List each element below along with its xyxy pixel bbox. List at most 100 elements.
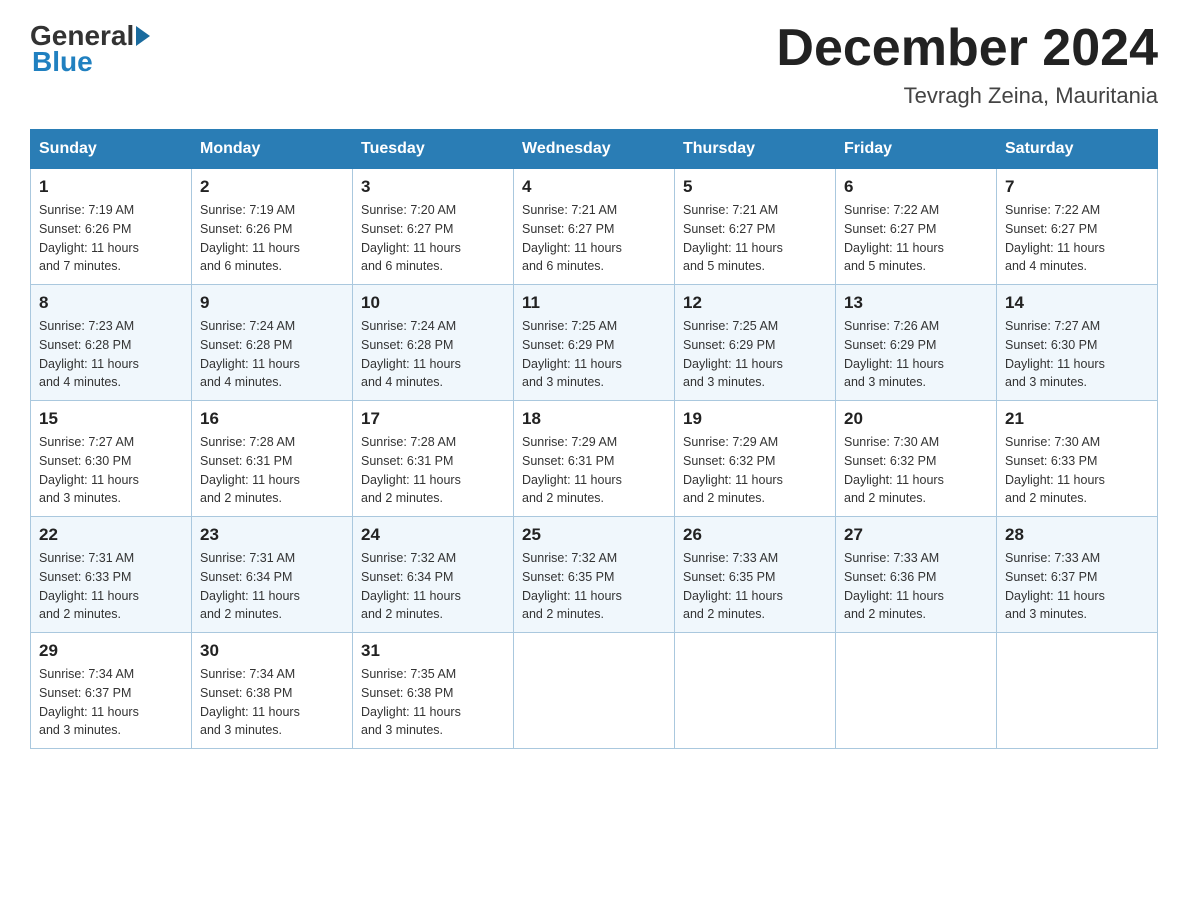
calendar-cell: 31 Sunrise: 7:35 AMSunset: 6:38 PMDayligh…: [353, 633, 514, 749]
day-number: 23: [200, 525, 344, 545]
day-info: Sunrise: 7:34 AMSunset: 6:37 PMDaylight:…: [39, 665, 183, 740]
day-info: Sunrise: 7:29 AMSunset: 6:32 PMDaylight:…: [683, 433, 827, 508]
calendar-cell: [997, 633, 1158, 749]
day-number: 17: [361, 409, 505, 429]
day-info: Sunrise: 7:27 AMSunset: 6:30 PMDaylight:…: [39, 433, 183, 508]
logo-arrow-icon: [136, 26, 150, 46]
header-sunday: Sunday: [31, 130, 192, 169]
calendar-cell: 10 Sunrise: 7:24 AMSunset: 6:28 PMDayligh…: [353, 285, 514, 401]
calendar-cell: 11 Sunrise: 7:25 AMSunset: 6:29 PMDayligh…: [514, 285, 675, 401]
calendar-cell: 17Sunrise: 7:28 AMSunset: 6:31 PMDayligh…: [353, 401, 514, 517]
calendar-cell: 29Sunrise: 7:34 AMSunset: 6:37 PMDayligh…: [31, 633, 192, 749]
day-number: 7: [1005, 177, 1149, 197]
calendar-cell: 7 Sunrise: 7:22 AMSunset: 6:27 PMDaylight…: [997, 169, 1158, 285]
day-info: Sunrise: 7:24 AMSunset: 6:28 PMDaylight:…: [361, 317, 505, 392]
calendar-cell: 9 Sunrise: 7:24 AMSunset: 6:28 PMDaylight…: [192, 285, 353, 401]
calendar-cell: 26Sunrise: 7:33 AMSunset: 6:35 PMDayligh…: [675, 517, 836, 633]
day-number: 28: [1005, 525, 1149, 545]
day-number: 30: [200, 641, 344, 661]
calendar-cell: 24Sunrise: 7:32 AMSunset: 6:34 PMDayligh…: [353, 517, 514, 633]
day-number: 21: [1005, 409, 1149, 429]
day-number: 27: [844, 525, 988, 545]
day-info: Sunrise: 7:33 AMSunset: 6:36 PMDaylight:…: [844, 549, 988, 624]
calendar-cell: 23 Sunrise: 7:31 AMSunset: 6:34 PMDayligh…: [192, 517, 353, 633]
calendar-cell: 28 Sunrise: 7:33 AMSunset: 6:37 PMDayligh…: [997, 517, 1158, 633]
calendar-cell: 3 Sunrise: 7:20 AMSunset: 6:27 PMDaylight…: [353, 169, 514, 285]
day-number: 19: [683, 409, 827, 429]
calendar-cell: 25 Sunrise: 7:32 AMSunset: 6:35 PMDayligh…: [514, 517, 675, 633]
calendar-table: SundayMondayTuesdayWednesdayThursdayFrid…: [30, 129, 1158, 749]
month-title: December 2024: [776, 20, 1158, 77]
day-number: 2: [200, 177, 344, 197]
day-number: 31: [361, 641, 505, 661]
title-block: December 2024 Tevragh Zeina, Mauritania: [776, 20, 1158, 109]
calendar-cell: 4 Sunrise: 7:21 AMSunset: 6:27 PMDaylight…: [514, 169, 675, 285]
day-info: Sunrise: 7:24 AMSunset: 6:28 PMDaylight:…: [200, 317, 344, 392]
logo: General Blue: [30, 20, 152, 78]
day-number: 18: [522, 409, 666, 429]
day-number: 13: [844, 293, 988, 313]
day-info: Sunrise: 7:22 AMSunset: 6:27 PMDaylight:…: [1005, 201, 1149, 276]
day-number: 16: [200, 409, 344, 429]
calendar-cell: 21 Sunrise: 7:30 AMSunset: 6:33 PMDayligh…: [997, 401, 1158, 517]
day-number: 6: [844, 177, 988, 197]
day-info: Sunrise: 7:21 AMSunset: 6:27 PMDaylight:…: [522, 201, 666, 276]
day-number: 3: [361, 177, 505, 197]
day-number: 1: [39, 177, 183, 197]
day-number: 8: [39, 293, 183, 313]
location-title: Tevragh Zeina, Mauritania: [776, 83, 1158, 109]
calendar-cell: 18 Sunrise: 7:29 AMSunset: 6:31 PMDayligh…: [514, 401, 675, 517]
day-number: 25: [522, 525, 666, 545]
day-info: Sunrise: 7:25 AMSunset: 6:29 PMDaylight:…: [683, 317, 827, 392]
calendar-cell: 22Sunrise: 7:31 AMSunset: 6:33 PMDayligh…: [31, 517, 192, 633]
day-info: Sunrise: 7:19 AMSunset: 6:26 PMDaylight:…: [200, 201, 344, 276]
header-monday: Monday: [192, 130, 353, 169]
calendar-cell: 19 Sunrise: 7:29 AMSunset: 6:32 PMDayligh…: [675, 401, 836, 517]
day-info: Sunrise: 7:33 AMSunset: 6:35 PMDaylight:…: [683, 549, 827, 624]
header-friday: Friday: [836, 130, 997, 169]
day-info: Sunrise: 7:31 AMSunset: 6:34 PMDaylight:…: [200, 549, 344, 624]
calendar-cell: 27 Sunrise: 7:33 AMSunset: 6:36 PMDayligh…: [836, 517, 997, 633]
day-number: 10: [361, 293, 505, 313]
day-info: Sunrise: 7:35 AMSunset: 6:38 PMDaylight:…: [361, 665, 505, 740]
header-saturday: Saturday: [997, 130, 1158, 169]
day-number: 11: [522, 293, 666, 313]
day-info: Sunrise: 7:32 AMSunset: 6:34 PMDaylight:…: [361, 549, 505, 624]
logo-blue-text: Blue: [30, 46, 93, 78]
week-row-3: 15Sunrise: 7:27 AMSunset: 6:30 PMDayligh…: [31, 401, 1158, 517]
week-row-5: 29Sunrise: 7:34 AMSunset: 6:37 PMDayligh…: [31, 633, 1158, 749]
calendar-cell: 2 Sunrise: 7:19 AMSunset: 6:26 PMDaylight…: [192, 169, 353, 285]
day-info: Sunrise: 7:33 AMSunset: 6:37 PMDaylight:…: [1005, 549, 1149, 624]
calendar-cell: 13 Sunrise: 7:26 AMSunset: 6:29 PMDayligh…: [836, 285, 997, 401]
day-info: Sunrise: 7:26 AMSunset: 6:29 PMDaylight:…: [844, 317, 988, 392]
calendar-cell: 1Sunrise: 7:19 AMSunset: 6:26 PMDaylight…: [31, 169, 192, 285]
day-info: Sunrise: 7:32 AMSunset: 6:35 PMDaylight:…: [522, 549, 666, 624]
day-info: Sunrise: 7:30 AMSunset: 6:33 PMDaylight:…: [1005, 433, 1149, 508]
calendar-cell: 20Sunrise: 7:30 AMSunset: 6:32 PMDayligh…: [836, 401, 997, 517]
day-info: Sunrise: 7:23 AMSunset: 6:28 PMDaylight:…: [39, 317, 183, 392]
header-thursday: Thursday: [675, 130, 836, 169]
calendar-cell: 8 Sunrise: 7:23 AMSunset: 6:28 PMDaylight…: [31, 285, 192, 401]
calendar-cell: 16Sunrise: 7:28 AMSunset: 6:31 PMDayligh…: [192, 401, 353, 517]
day-number: 12: [683, 293, 827, 313]
day-info: Sunrise: 7:29 AMSunset: 6:31 PMDaylight:…: [522, 433, 666, 508]
week-row-2: 8 Sunrise: 7:23 AMSunset: 6:28 PMDaylight…: [31, 285, 1158, 401]
calendar-cell: [836, 633, 997, 749]
calendar-cell: 5Sunrise: 7:21 AMSunset: 6:27 PMDaylight…: [675, 169, 836, 285]
day-number: 14: [1005, 293, 1149, 313]
week-row-1: 1 Sunrise: 7:19 AMSunset: 6:26 PMDaylight…: [31, 169, 1158, 285]
day-info: Sunrise: 7:22 AMSunset: 6:27 PMDaylight:…: [844, 201, 988, 276]
day-number: 5: [683, 177, 827, 197]
header-tuesday: Tuesday: [353, 130, 514, 169]
day-number: 9: [200, 293, 344, 313]
day-number: 22: [39, 525, 183, 545]
header-wednesday: Wednesday: [514, 130, 675, 169]
calendar-cell: [675, 633, 836, 749]
day-info: Sunrise: 7:20 AMSunset: 6:27 PMDaylight:…: [361, 201, 505, 276]
calendar-cell: 6 Sunrise: 7:22 AMSunset: 6:27 PMDaylight…: [836, 169, 997, 285]
day-info: Sunrise: 7:25 AMSunset: 6:29 PMDaylight:…: [522, 317, 666, 392]
day-number: 4: [522, 177, 666, 197]
day-info: Sunrise: 7:34 AMSunset: 6:38 PMDaylight:…: [200, 665, 344, 740]
calendar-cell: 12 Sunrise: 7:25 AMSunset: 6:29 PMDayligh…: [675, 285, 836, 401]
day-info: Sunrise: 7:30 AMSunset: 6:32 PMDaylight:…: [844, 433, 988, 508]
